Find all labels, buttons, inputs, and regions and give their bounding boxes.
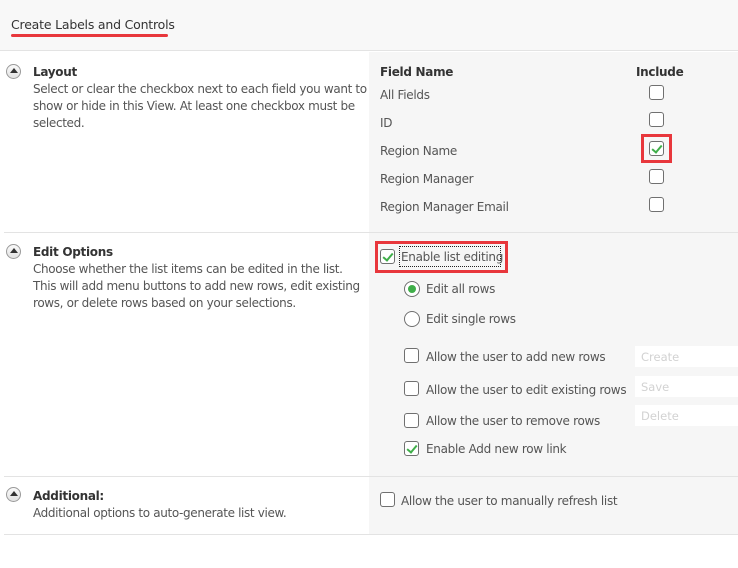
field-label: ID [380, 116, 393, 130]
additional-title: Additional: [33, 489, 104, 503]
manual-refresh-checkbox[interactable] [380, 492, 395, 507]
include-checkbox[interactable] [649, 197, 664, 212]
page-header: Create Labels and Controls [0, 0, 738, 51]
field-label: Region Manager [380, 172, 474, 186]
field-name-header: Field Name [380, 65, 454, 79]
field-label: Region Name [380, 144, 457, 158]
highlight-box [641, 134, 672, 163]
edit-options-title: Edit Options [33, 245, 113, 259]
include-checkbox[interactable] [649, 85, 664, 100]
remove-rows-label[interactable]: Allow the user to remove rows [426, 414, 600, 428]
layout-section: Layout Select or clear the checkbox next… [0, 52, 369, 232]
collapse-up-icon[interactable] [6, 244, 21, 259]
additional-section: Additional: Additional options to auto-g… [0, 477, 369, 533]
remove-rows-checkbox[interactable] [404, 413, 419, 428]
edit-single-rows-radio[interactable] [404, 311, 420, 327]
include-checkbox[interactable] [649, 169, 664, 184]
section-divider [4, 534, 738, 535]
page-title: Create Labels and Controls [11, 17, 175, 32]
field-label: All Fields [380, 88, 430, 102]
field-label: Region Manager Email [380, 200, 509, 214]
add-rows-label[interactable]: Allow the user to add new rows [426, 350, 606, 364]
title-underline [11, 34, 168, 37]
edit-options-description: Choose whether the list items can be edi… [33, 262, 360, 310]
add-new-row-link-checkbox[interactable] [404, 441, 419, 456]
edit-all-rows-radio[interactable] [404, 281, 420, 297]
include-header: Include [636, 65, 684, 79]
collapse-up-icon[interactable] [6, 487, 21, 502]
add-button-label-input[interactable] [635, 346, 738, 367]
edit-rows-checkbox[interactable] [404, 381, 419, 396]
edit-single-rows-label[interactable]: Edit single rows [426, 312, 516, 326]
additional-description: Additional options to auto-generate list… [33, 506, 287, 520]
layout-title: Layout [33, 65, 77, 79]
save-button-label-input[interactable] [635, 376, 738, 397]
delete-button-label-input[interactable] [635, 405, 738, 426]
highlight-box [375, 241, 508, 273]
edit-options-section: Edit Options Choose whether the list ite… [0, 233, 369, 473]
edit-all-rows-label[interactable]: Edit all rows [426, 282, 495, 296]
add-new-row-link-label[interactable]: Enable Add new row link [426, 442, 567, 456]
add-rows-checkbox[interactable] [404, 348, 419, 363]
edit-rows-label[interactable]: Allow the user to edit existing rows [426, 383, 627, 397]
options-panel-background [369, 52, 738, 534]
collapse-up-icon[interactable] [6, 64, 21, 79]
layout-description: Select or clear the checkbox next to eac… [33, 82, 367, 130]
include-checkbox[interactable] [649, 112, 664, 127]
manual-refresh-label[interactable]: Allow the user to manually refresh list [401, 494, 618, 508]
